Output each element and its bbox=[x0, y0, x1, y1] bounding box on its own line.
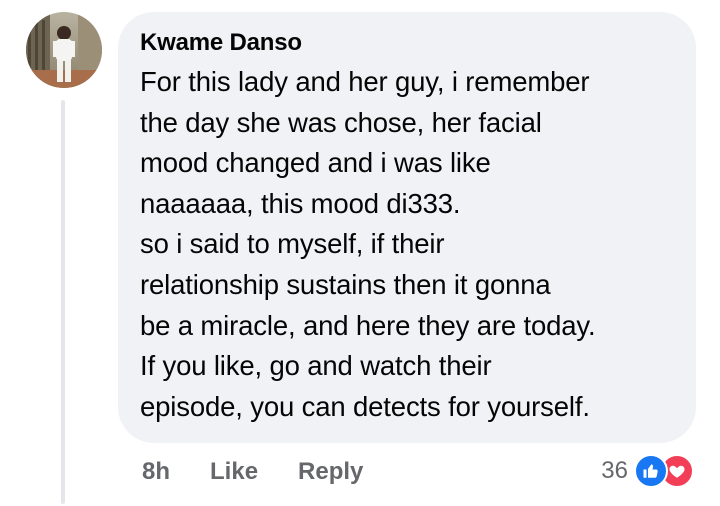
avatar-image bbox=[26, 12, 102, 88]
avatar[interactable] bbox=[26, 12, 102, 88]
comment-author[interactable]: Kwame Danso bbox=[140, 28, 676, 58]
comment-bubble: Kwame Danso For this lady and her guy, i… bbox=[118, 12, 696, 443]
reactions-summary[interactable]: 36 bbox=[601, 454, 694, 488]
like-icon bbox=[634, 454, 668, 488]
comment-timestamp[interactable]: 8h bbox=[142, 458, 170, 486]
comment-actions: 8h Like Reply bbox=[142, 458, 363, 486]
like-button[interactable]: Like bbox=[210, 458, 258, 486]
reply-button[interactable]: Reply bbox=[298, 458, 363, 486]
thread-line bbox=[61, 100, 65, 504]
comment-text: For this lady and her guy, i remember th… bbox=[140, 66, 596, 422]
reaction-count: 36 bbox=[601, 457, 628, 484]
